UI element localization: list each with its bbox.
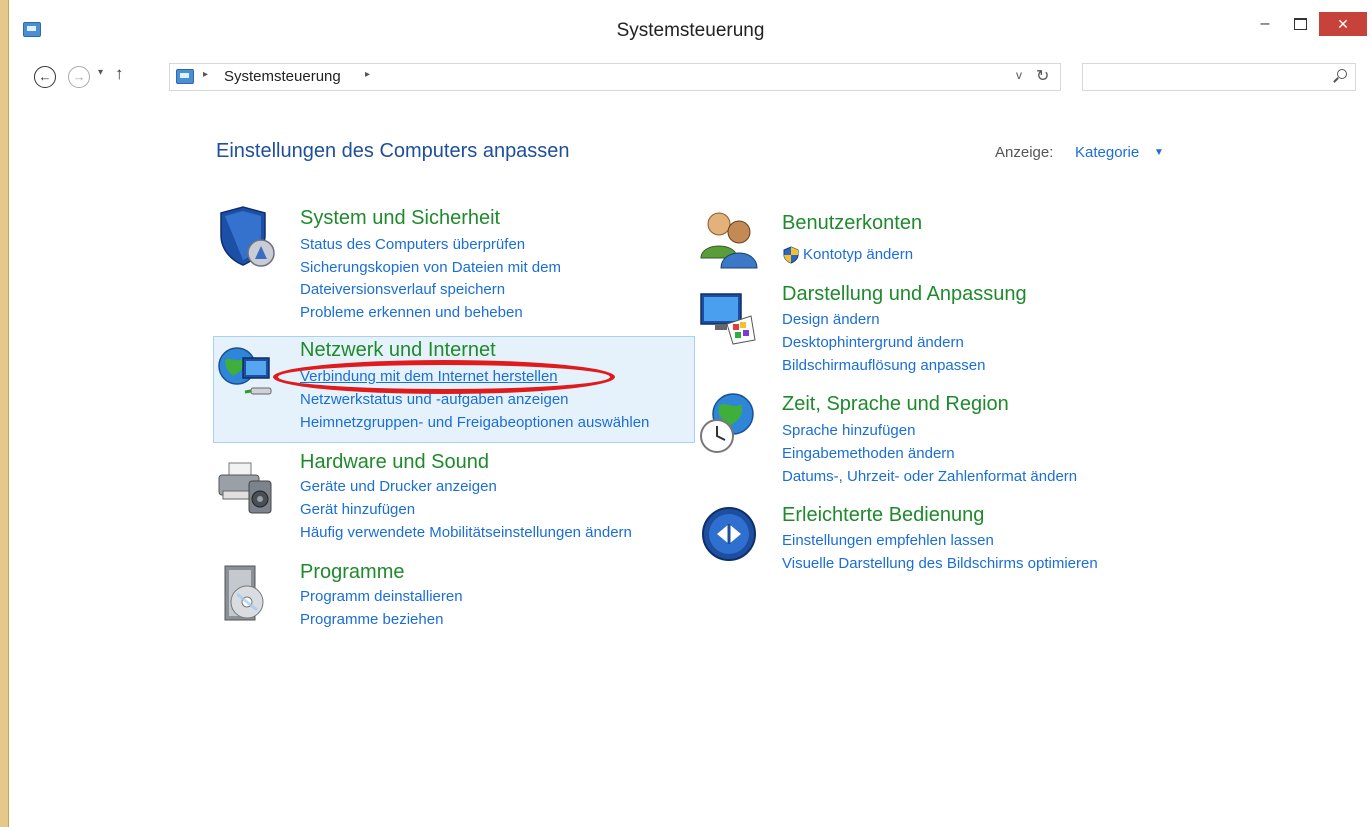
window-title: Systemsteuerung	[616, 20, 765, 41]
control-panel-window: Systemsteuerung – ✕ ← → ▾ ↑ ▸ Systemsteu…	[8, 0, 1372, 827]
breadcrumb-separator[interactable]: ▸	[203, 69, 208, 80]
link-change-theme[interactable]: Design ändern	[782, 311, 880, 328]
link-devices-printers[interactable]: Geräte und Drucker anzeigen	[300, 478, 497, 495]
refresh-button[interactable]: ↻	[1036, 66, 1049, 86]
page-title: Einstellungen des Computers anpassen	[216, 140, 570, 162]
title-bar: Systemsteuerung – ✕	[9, 0, 1372, 60]
link-add-language[interactable]: Sprache hinzufügen	[782, 422, 915, 439]
category-title-clock-language-region[interactable]: Zeit, Sprache und Region	[782, 393, 1009, 416]
search-icon[interactable]	[1333, 69, 1347, 83]
control-panel-icon	[176, 69, 194, 84]
link-troubleshoot[interactable]: Probleme erkennen und beheben	[300, 304, 523, 321]
network-globe-icon[interactable]	[215, 342, 277, 404]
category-title-network-internet[interactable]: Netzwerk und Internet	[300, 339, 496, 362]
dropdown-caret-icon[interactable]: ▼	[1154, 147, 1164, 158]
link-file-history[interactable]: Dateiversionsverlauf speichern	[300, 281, 505, 298]
shield-icon[interactable]	[215, 205, 277, 267]
maximize-icon	[1293, 18, 1307, 30]
up-button[interactable]: ↑	[115, 64, 124, 84]
annotation-ellipse	[273, 360, 615, 394]
recent-locations-button[interactable]: ▾	[98, 67, 103, 78]
link-homegroup-sharing[interactable]: Heimnetzgruppen- und Freigabeoptionen au…	[300, 414, 649, 431]
address-bar[interactable]: ▸ Systemsteuerung ▸ v ↻	[169, 63, 1061, 91]
link-date-time-format[interactable]: Datums-, Uhrzeit- oder Zahlenformat ände…	[782, 468, 1077, 485]
link-optimize-display[interactable]: Visuelle Darstellung des Bildschirms opt…	[782, 555, 1098, 572]
category-title-system-security[interactable]: System und Sicherheit	[300, 207, 500, 230]
users-icon[interactable]	[699, 208, 761, 270]
printer-speaker-icon[interactable]	[215, 455, 277, 517]
programs-disc-icon[interactable]	[215, 562, 277, 624]
category-title-user-accounts[interactable]: Benutzerkonten	[782, 212, 922, 235]
category-title-hardware-sound[interactable]: Hardware und Sound	[300, 451, 489, 474]
minimize-button[interactable]: –	[1251, 12, 1279, 36]
category-title-programs[interactable]: Programme	[300, 561, 404, 584]
link-input-methods[interactable]: Eingabemethoden ändern	[782, 445, 955, 462]
globe-clock-icon[interactable]	[699, 392, 761, 454]
category-title-appearance[interactable]: Darstellung und Anpassung	[782, 283, 1027, 306]
link-change-account-type[interactable]: Kontotyp ändern	[803, 246, 913, 263]
close-button[interactable]: ✕	[1319, 12, 1367, 36]
link-backup-files[interactable]: Sicherungskopien von Dateien mit dem	[300, 259, 561, 276]
link-screen-resolution[interactable]: Bildschirmauflösung anpassen	[782, 357, 985, 374]
link-add-device[interactable]: Gerät hinzufügen	[300, 501, 415, 518]
view-mode-dropdown[interactable]: Kategorie	[1075, 144, 1139, 161]
view-label: Anzeige:	[995, 144, 1054, 161]
address-dropdown-button[interactable]: v	[1016, 68, 1022, 82]
breadcrumb-systemsteuerung[interactable]: Systemsteuerung	[224, 68, 341, 85]
uac-shield-icon	[783, 246, 799, 264]
category-title-ease-of-access[interactable]: Erleichterte Bedienung	[782, 504, 984, 527]
link-desktop-background[interactable]: Desktophintergrund ändern	[782, 334, 964, 351]
maximize-button[interactable]	[1285, 12, 1315, 36]
back-button[interactable]: ←	[34, 66, 56, 88]
breadcrumb-separator[interactable]: ▸	[365, 69, 370, 80]
link-mobility-settings[interactable]: Häufig verwendete Mobilitätseinstellunge…	[300, 524, 632, 541]
link-get-programs[interactable]: Programme beziehen	[300, 611, 443, 628]
monitor-palette-icon[interactable]	[699, 290, 761, 352]
forward-button[interactable]: →	[68, 66, 90, 88]
link-status-computer[interactable]: Status des Computers überprüfen	[300, 236, 525, 253]
link-uninstall-program[interactable]: Programm deinstallieren	[300, 588, 463, 605]
accessibility-icon[interactable]	[699, 504, 761, 566]
link-recommend-settings[interactable]: Einstellungen empfehlen lassen	[782, 532, 994, 549]
search-input[interactable]	[1082, 63, 1356, 91]
